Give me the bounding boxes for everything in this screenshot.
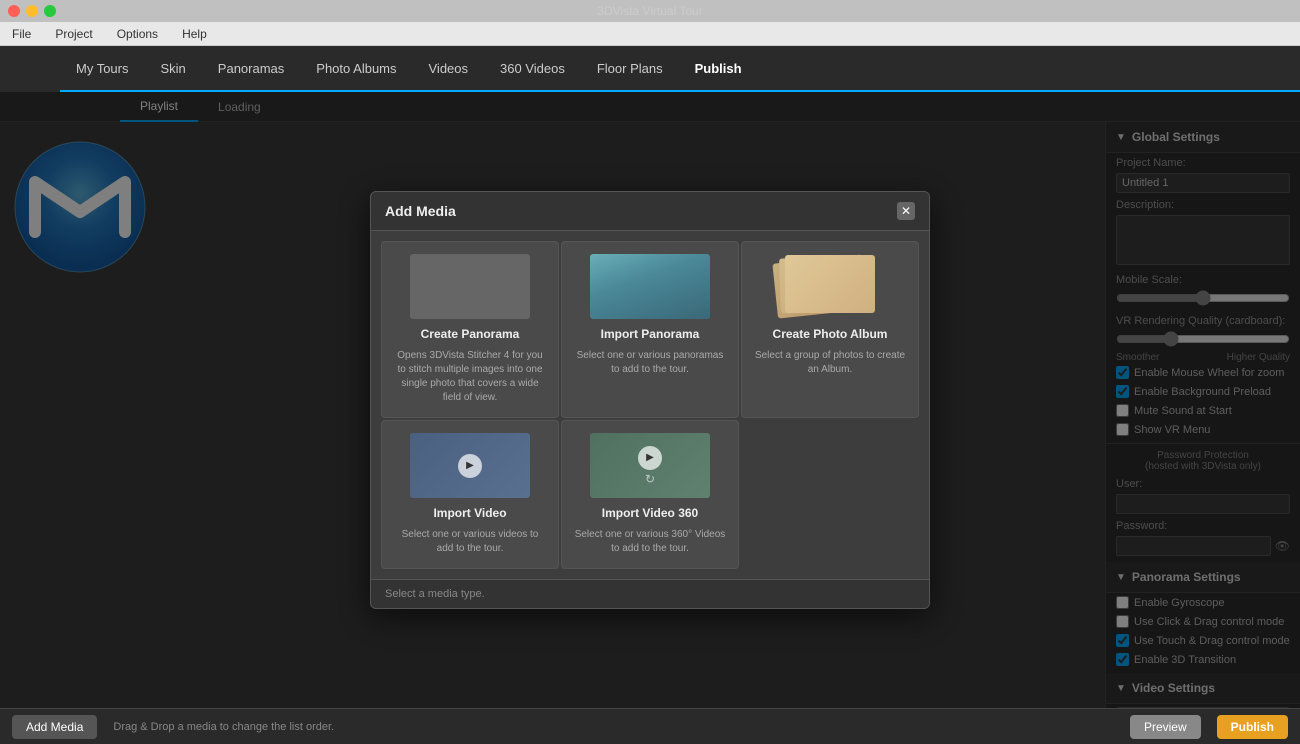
rotate-360-icon: ↻ — [645, 472, 655, 486]
import-video-title: Import Video — [433, 506, 506, 520]
bottom-hint-text: Drag & Drop a media to change the list o… — [113, 721, 334, 733]
pano-thumb-multi — [468, 254, 472, 319]
app-logo-nav — [0, 46, 60, 92]
nav-videos[interactable]: Videos — [413, 45, 485, 91]
add-media-button[interactable]: Add Media — [12, 715, 97, 739]
create-photo-album-thumb — [770, 254, 890, 319]
bottom-bar: Add Media Drag & Drop a media to change … — [0, 708, 1300, 744]
create-panorama-title: Create Panorama — [421, 327, 520, 341]
nav-photo-albums[interactable]: Photo Albums — [300, 45, 412, 91]
import-video-360-title: Import Video 360 — [602, 506, 698, 520]
create-panorama-thumb — [410, 254, 530, 319]
nav-my-tours[interactable]: My Tours — [60, 45, 145, 91]
media-option-create-panorama[interactable]: Create Panorama Opens 3DVista Stitcher 4… — [381, 241, 559, 418]
import-panorama-desc: Select one or various panoramas to add t… — [574, 349, 726, 377]
import-panorama-thumb — [590, 254, 710, 319]
media-option-import-video[interactable]: ▶ Import Video Select one or various vid… — [381, 420, 559, 569]
add-media-modal: Add Media ✕ Create Panorama Opens 3DVist… — [370, 191, 930, 609]
title-bar: 3DVista Virtual Tour — [0, 0, 1300, 22]
create-photo-album-title: Create Photo Album — [773, 327, 888, 341]
menu-file[interactable]: File — [8, 25, 35, 43]
media-option-create-photo-album[interactable]: Create Photo Album Select a group of pho… — [741, 241, 919, 418]
video-360-thumb-inner: ▶ ↻ — [590, 433, 710, 498]
menu-help[interactable]: Help — [178, 25, 211, 43]
import-video-360-thumb: ▶ ↻ — [590, 433, 710, 498]
photo-card-front — [785, 255, 875, 313]
play-button-icon: ▶ — [458, 454, 482, 478]
video-thumb-inner: ▶ — [410, 433, 530, 498]
nav-publish[interactable]: Publish — [679, 46, 758, 92]
modal-footer: Select a media type. — [371, 579, 929, 608]
title-bar-text: 3DVista Virtual Tour — [597, 4, 702, 18]
window-controls — [8, 5, 56, 17]
publish-button[interactable]: Publish — [1217, 715, 1288, 739]
nav-bar: My Tours Skin Panoramas Photo Albums Vid… — [0, 46, 1300, 92]
preview-button[interactable]: Preview — [1130, 715, 1201, 739]
close-button[interactable] — [8, 5, 20, 17]
maximize-button[interactable] — [44, 5, 56, 17]
nav-360-videos[interactable]: 360 Videos — [484, 45, 581, 91]
menu-bar: File Project Options Help — [0, 22, 1300, 46]
pano-thumb-single — [590, 254, 710, 319]
video-360-icon-group: ▶ ↻ — [638, 446, 662, 486]
modal-grid: Create Panorama Opens 3DVista Stitcher 4… — [371, 231, 929, 579]
media-option-import-video-360[interactable]: ▶ ↻ Import Video 360 Select one or vario… — [561, 420, 739, 569]
minimize-button[interactable] — [26, 5, 38, 17]
nav-skin[interactable]: Skin — [145, 45, 202, 91]
create-panorama-desc: Opens 3DVista Stitcher 4 for you to stit… — [394, 349, 546, 405]
modal-overlay[interactable]: Add Media ✕ Create Panorama Opens 3DVist… — [0, 92, 1300, 708]
menu-project[interactable]: Project — [51, 25, 96, 43]
modal-header: Add Media ✕ — [371, 192, 929, 231]
import-video-thumb: ▶ — [410, 433, 530, 498]
import-video-360-desc: Select one or various 360° Videos to add… — [574, 528, 726, 556]
create-photo-album-desc: Select a group of photos to create an Al… — [754, 349, 906, 377]
play-360-icon: ▶ — [638, 446, 662, 470]
modal-title: Add Media — [385, 203, 456, 219]
import-video-desc: Select one or various videos to add to t… — [394, 528, 546, 556]
modal-footer-text: Select a media type. — [385, 588, 485, 600]
menu-options[interactable]: Options — [113, 25, 162, 43]
nav-panoramas[interactable]: Panoramas — [202, 45, 300, 91]
modal-close-button[interactable]: ✕ — [897, 202, 915, 220]
nav-floor-plans[interactable]: Floor Plans — [581, 45, 679, 91]
import-panorama-title: Import Panorama — [601, 327, 700, 341]
media-option-import-panorama[interactable]: Import Panorama Select one or various pa… — [561, 241, 739, 418]
